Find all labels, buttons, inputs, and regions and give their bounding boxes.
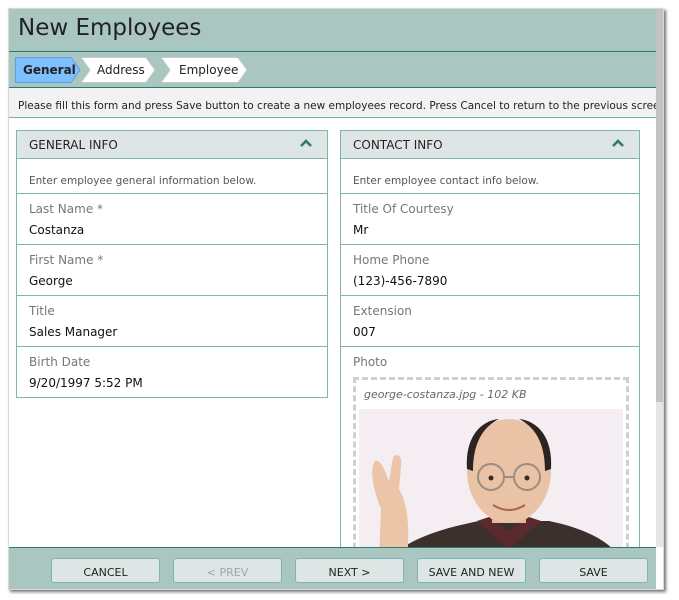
step-label: Address [97, 63, 145, 77]
form-content: New Employees General Address Employee P… [9, 9, 663, 589]
step-label: General [23, 63, 76, 77]
birth-date-field[interactable]: Birth Date 9/20/1997 5:52 PM [17, 347, 327, 397]
panel-description-text: Enter employee general information below… [29, 175, 257, 187]
field-value[interactable]: 9/20/1997 5:52 PM [29, 376, 143, 390]
employee-photo[interactable] [359, 409, 623, 559]
field-label: Photo [353, 355, 388, 369]
page-title: New Employees [18, 15, 202, 41]
step-general[interactable]: General [15, 57, 81, 83]
field-value[interactable]: Sales Manager [29, 325, 117, 339]
field-label: Extension [353, 304, 412, 318]
wizard-steps: General Address Employee [15, 57, 249, 83]
instructions-text: Please fill this form and press Save but… [18, 100, 664, 112]
field-value[interactable]: Costanza [29, 223, 84, 237]
step-label: Employee [179, 63, 239, 77]
panel-title: CONTACT INFO [353, 138, 443, 152]
action-bar: CANCEL < PREV NEXT > SAVE AND NEW SAVE [9, 547, 656, 589]
field-label: Title [29, 304, 55, 318]
general-info-header[interactable]: GENERAL INFO [17, 131, 327, 159]
instructions-bar: Please fill this form and press Save but… [9, 88, 663, 118]
photo-caption: george-costanza.jpg - 102 KB [364, 388, 527, 401]
field-label: Last Name * [29, 202, 104, 216]
general-info-panel: GENERAL INFO Enter employee general info… [16, 130, 328, 398]
next-button[interactable]: NEXT > [295, 558, 404, 583]
photo-drop-zone[interactable]: george-costanza.jpg - 102 KB [353, 377, 629, 559]
vertical-scrollbar[interactable] [656, 9, 663, 547]
page-header: New Employees [9, 9, 656, 52]
wizard-steps-bar: General Address Employee [9, 52, 656, 88]
field-value[interactable]: (123)-456-7890 [353, 274, 447, 288]
panel-description-text: Enter employee contact info below. [353, 175, 539, 187]
scrollbar-thumb[interactable] [656, 9, 663, 402]
title-field[interactable]: Title Sales Manager [17, 296, 327, 347]
panel-description: Enter employee general information below… [17, 159, 327, 194]
chevron-up-icon[interactable] [299, 137, 313, 149]
app-window: New Employees General Address Employee P… [8, 8, 664, 590]
home-phone-field[interactable]: Home Phone (123)-456-7890 [341, 245, 639, 296]
person-portrait-icon [359, 409, 623, 559]
field-label: Title Of Courtesy [353, 202, 454, 216]
extension-field[interactable]: Extension 007 [341, 296, 639, 347]
contact-info-panel: CONTACT INFO Enter employee contact info… [340, 130, 640, 561]
panel-title: GENERAL INFO [29, 138, 118, 152]
field-value[interactable]: 007 [353, 325, 376, 339]
photo-field: Photo george-costanza.jpg - 102 KB [341, 347, 639, 559]
panel-description: Enter employee contact info below. [341, 159, 639, 194]
step-employee[interactable]: Employee [161, 57, 249, 83]
last-name-field[interactable]: Last Name * Costanza [17, 194, 327, 245]
prev-button[interactable]: < PREV [173, 558, 282, 583]
first-name-field[interactable]: First Name * George [17, 245, 327, 296]
contact-info-header[interactable]: CONTACT INFO [341, 131, 639, 159]
step-address[interactable]: Address [81, 57, 161, 83]
field-label: First Name * [29, 253, 104, 267]
cancel-button[interactable]: CANCEL [51, 558, 160, 583]
field-value[interactable]: Mr [353, 223, 368, 237]
save-and-new-button[interactable]: SAVE AND NEW [417, 558, 526, 583]
title-of-courtesy-field[interactable]: Title Of Courtesy Mr [341, 194, 639, 245]
field-label: Home Phone [353, 253, 430, 267]
field-label: Birth Date [29, 355, 91, 369]
save-button[interactable]: SAVE [539, 558, 648, 583]
field-value[interactable]: George [29, 274, 73, 288]
chevron-up-icon[interactable] [611, 137, 625, 149]
